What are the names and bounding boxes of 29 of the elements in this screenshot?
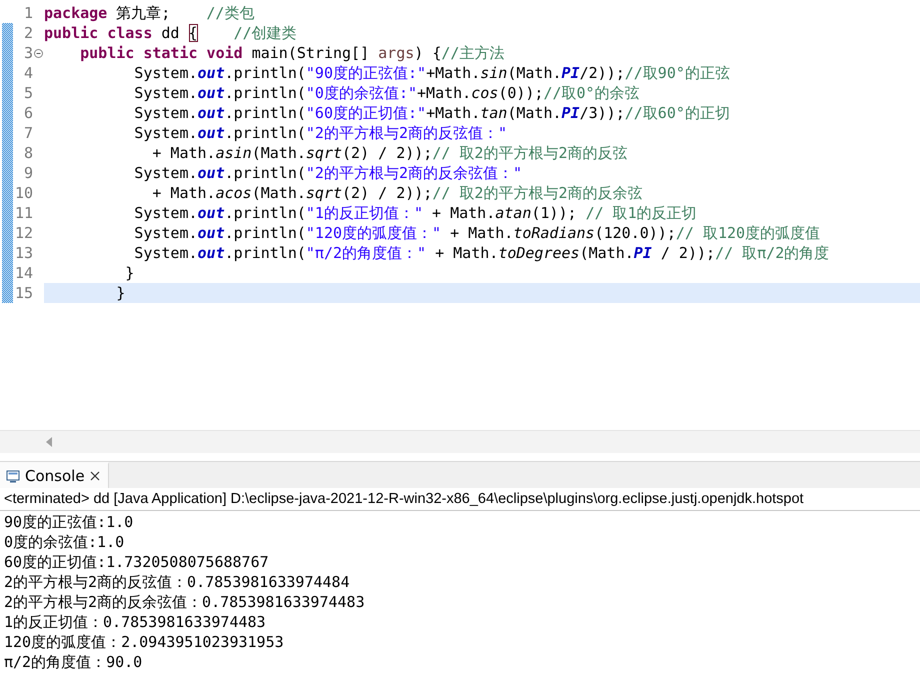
line-number: 7 bbox=[22, 124, 33, 142]
line-number: 2 bbox=[22, 24, 33, 42]
line-number: 5 bbox=[22, 84, 33, 102]
console-output-line: 2的平方根与2商的反弦值：0.7853981633974484 bbox=[4, 573, 351, 593]
console-output-line: 120度的弧度值：2.0943951023931953 bbox=[4, 633, 285, 653]
line-number: 12 bbox=[14, 224, 33, 242]
line-number: 15 bbox=[14, 284, 33, 302]
collapse-icon[interactable] bbox=[34, 48, 43, 58]
line-number: 14 bbox=[14, 264, 33, 282]
line-number: 8 bbox=[22, 144, 33, 162]
line-number: 1 bbox=[22, 4, 33, 22]
console-header: <terminated> dd [Java Application] D:\eclipse-java-2021-12-R-win32-x86_64\eclipse\plugins\org.eclipse.justj.openjdk.hotspot bbox=[0, 488, 920, 511]
close-icon[interactable] bbox=[90, 471, 100, 481]
console-output-line: 2的平方根与2商的反余弦值：0.7853981633974483 bbox=[4, 593, 366, 613]
line-number: 10 bbox=[14, 184, 33, 202]
line-number: 4 bbox=[22, 64, 33, 82]
console-tab[interactable]: Console bbox=[0, 462, 109, 488]
console-output-line: 0度的余弦值:1.0 bbox=[4, 533, 126, 553]
line-number: 13 bbox=[14, 244, 33, 262]
line-number: 9 bbox=[22, 164, 33, 182]
console-output-line: 1的反正切值：0.7853981633974483 bbox=[4, 613, 267, 633]
horizontal-scrollbar[interactable] bbox=[0, 430, 920, 453]
line-number: 3 bbox=[22, 44, 33, 62]
console-output-line: π/2的角度值：90.0 bbox=[4, 653, 144, 673]
line-number: 6 bbox=[22, 104, 33, 122]
monitor-icon bbox=[6, 470, 20, 482]
line-number: 11 bbox=[14, 204, 33, 222]
console-output-line: 90度的正弦值:1.0 bbox=[4, 513, 134, 533]
console-output-line: 60度的正切值:1.7320508075688767 bbox=[4, 553, 270, 573]
